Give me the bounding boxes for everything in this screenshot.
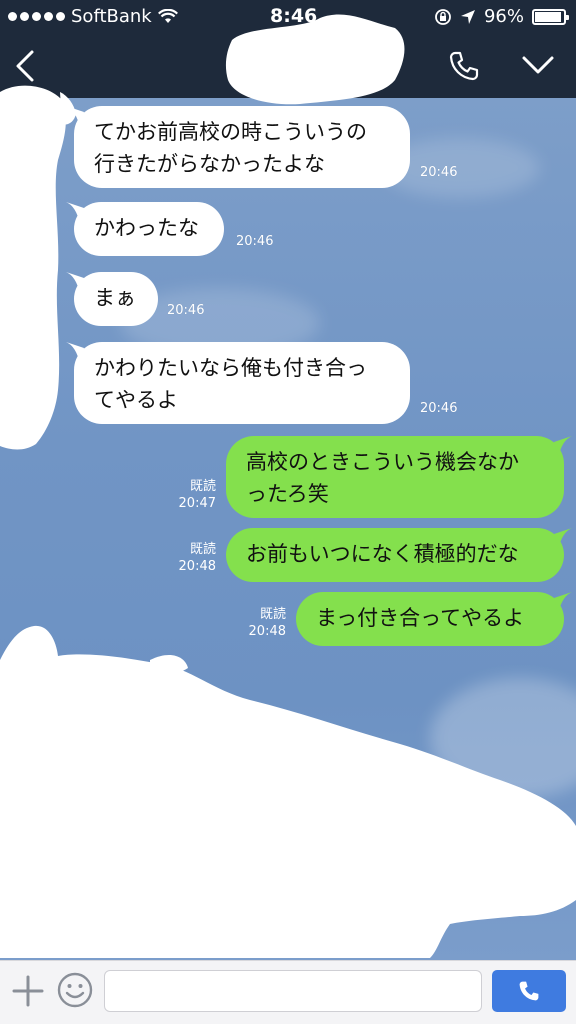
redaction-overlay (0, 14, 576, 958)
message-input-bar (0, 960, 576, 1024)
message-input[interactable] (104, 970, 482, 1012)
voice-call-button[interactable] (492, 970, 566, 1012)
phone-icon (519, 981, 539, 1001)
line-chat-screen: SoftBank 8:46 96% てかお前高校の時こういうの 行きたがらなかっ… (0, 0, 576, 1024)
emoji-button[interactable] (56, 971, 94, 1009)
plus-button[interactable] (10, 973, 46, 1009)
